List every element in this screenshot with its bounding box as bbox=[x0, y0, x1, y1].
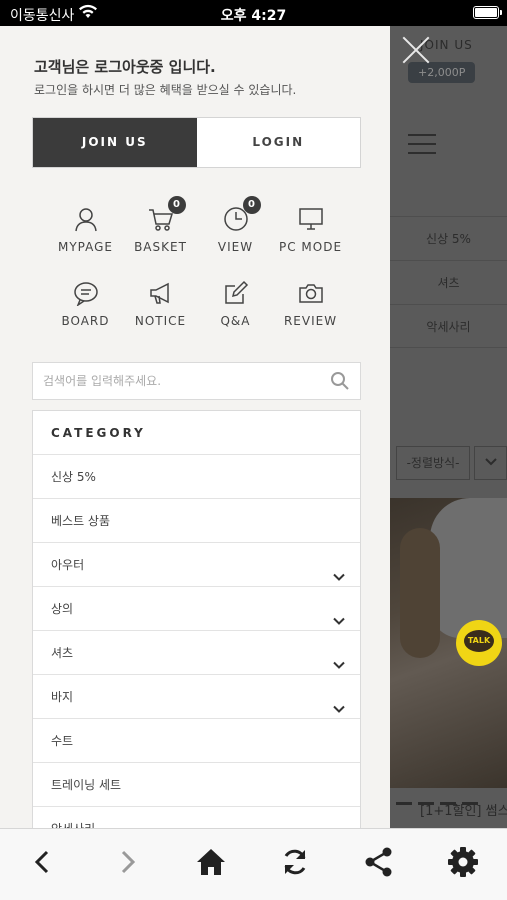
basket-count-badge: 0 bbox=[167, 196, 186, 214]
category-item[interactable]: 바지 bbox=[33, 675, 360, 719]
monitor-icon bbox=[298, 206, 324, 232]
kakao-talk-button[interactable]: TALK bbox=[456, 620, 502, 666]
quick-label: BASKET bbox=[134, 240, 187, 254]
quick-basket[interactable]: 0 BASKET bbox=[123, 196, 198, 254]
settings-icon[interactable] bbox=[446, 845, 480, 879]
category-title: CATEGORY bbox=[33, 411, 360, 455]
chevron-down-icon[interactable] bbox=[332, 646, 346, 669]
bg-product-title: [1+1할인] 썸스 bbox=[420, 804, 507, 819]
quick-notice[interactable]: NOTICE bbox=[123, 280, 198, 328]
bg-chevron-down-icon bbox=[474, 446, 507, 480]
quick-menu-row: MYPAGE 0 BASKET 0 VIEW PC MODE bbox=[48, 196, 348, 254]
category-item[interactable]: 악세사리 bbox=[33, 807, 360, 828]
talk-label: TALK bbox=[464, 630, 494, 652]
quick-pc-mode[interactable]: PC MODE bbox=[273, 206, 348, 254]
quick-label: BOARD bbox=[61, 314, 110, 328]
join-us-button[interactable]: JOIN US bbox=[33, 118, 197, 167]
battery-icon bbox=[473, 6, 502, 19]
category-label: 상의 bbox=[51, 602, 74, 616]
auth-buttons: JOIN US LOGIN bbox=[32, 117, 361, 168]
cart-icon: 0 bbox=[148, 196, 186, 232]
bg-category-item: 악세사리 bbox=[390, 304, 507, 348]
greeting-subtitle: 로그인을 하시면 더 많은 혜택을 받으실 수 있습니다. bbox=[34, 83, 297, 97]
quick-menu-row: BOARD NOTICE Q&A REVIEW bbox=[48, 280, 348, 328]
category-label: 셔츠 bbox=[51, 646, 74, 660]
bg-slider-dots bbox=[390, 790, 507, 805]
category-list: 신상 5% 베스트 상품아우터상의셔츠바지수트트레이닝 세트악세사리 bbox=[33, 455, 360, 828]
quick-label: NOTICE bbox=[134, 314, 187, 328]
category-item[interactable]: 신상 5% bbox=[33, 455, 360, 499]
edit-icon bbox=[223, 280, 249, 306]
quick-label: VIEW bbox=[217, 240, 254, 254]
category-item[interactable]: 셔츠 bbox=[33, 631, 360, 675]
back-icon[interactable] bbox=[26, 845, 60, 879]
clock: 오후 4:27 bbox=[220, 8, 287, 24]
category-label: 베스트 상품 bbox=[51, 514, 111, 528]
category-item[interactable]: 아우터 bbox=[33, 543, 360, 587]
category-item[interactable]: 트레이닝 세트 bbox=[33, 763, 360, 807]
category-item[interactable]: 수트 bbox=[33, 719, 360, 763]
status-bar: 이동통신사 오후 4:27 bbox=[0, 0, 507, 26]
quick-label: PC MODE bbox=[278, 240, 343, 254]
login-button[interactable]: LOGIN bbox=[196, 118, 360, 167]
home-icon[interactable] bbox=[194, 845, 228, 879]
bg-sort-select: -정렬방식- bbox=[396, 446, 470, 480]
bottom-toolbar bbox=[0, 828, 507, 900]
forward-icon[interactable] bbox=[110, 845, 144, 879]
megaphone-icon bbox=[148, 280, 174, 306]
category-label: 신상 5% bbox=[51, 470, 96, 484]
greeting-title: 고객님은 로그아웃중 입니다. bbox=[34, 58, 216, 76]
quick-label: REVIEW bbox=[283, 314, 338, 328]
clock-icon: 0 bbox=[223, 196, 261, 232]
category-label: 아우터 bbox=[51, 558, 85, 572]
category-label: 수트 bbox=[51, 734, 74, 748]
chevron-down-icon[interactable] bbox=[332, 602, 346, 625]
quick-review[interactable]: REVIEW bbox=[273, 280, 348, 328]
quick-mypage[interactable]: MYPAGE bbox=[48, 206, 123, 254]
share-icon[interactable] bbox=[362, 845, 396, 879]
category-panel: CATEGORY 신상 5% 베스트 상품아우터상의셔츠바지수트트레이닝 세트악세… bbox=[32, 410, 361, 828]
view-count-badge: 0 bbox=[242, 196, 261, 214]
quick-label: Q&A bbox=[220, 314, 251, 328]
category-item[interactable]: 상의 bbox=[33, 587, 360, 631]
app-screen: 이동통신사 오후 4:27 JOIN US +2,000P 신상 5% 셔츠 악… bbox=[0, 0, 507, 900]
quick-qna[interactable]: Q&A bbox=[198, 280, 273, 328]
background-page: JOIN US +2,000P 신상 5% 셔츠 악세사리 -정렬방식- [1+… bbox=[390, 26, 507, 828]
chevron-down-icon[interactable] bbox=[332, 690, 346, 713]
chevron-down-icon[interactable] bbox=[332, 558, 346, 581]
side-drawer: 고객님은 로그아웃중 입니다. 로그인을 하시면 더 많은 혜택을 받으실 수 … bbox=[0, 26, 390, 828]
search-box bbox=[32, 362, 361, 400]
bg-category-item: 셔츠 bbox=[390, 260, 507, 304]
bg-menu-icon bbox=[408, 134, 436, 161]
search-input[interactable] bbox=[43, 371, 313, 391]
category-item[interactable]: 베스트 상품 bbox=[33, 499, 360, 543]
bg-category-item: 신상 5% bbox=[390, 216, 507, 260]
quick-board[interactable]: BOARD bbox=[48, 280, 123, 328]
close-icon[interactable] bbox=[400, 34, 434, 68]
camera-icon bbox=[298, 280, 324, 306]
search-icon[interactable] bbox=[330, 371, 350, 391]
refresh-icon[interactable] bbox=[278, 845, 312, 879]
user-icon bbox=[73, 206, 99, 232]
quick-view[interactable]: 0 VIEW bbox=[198, 196, 273, 254]
quick-label: MYPAGE bbox=[57, 240, 114, 254]
chat-icon bbox=[73, 280, 99, 307]
category-label: 트레이닝 세트 bbox=[51, 778, 122, 792]
category-label: 바지 bbox=[51, 690, 74, 704]
